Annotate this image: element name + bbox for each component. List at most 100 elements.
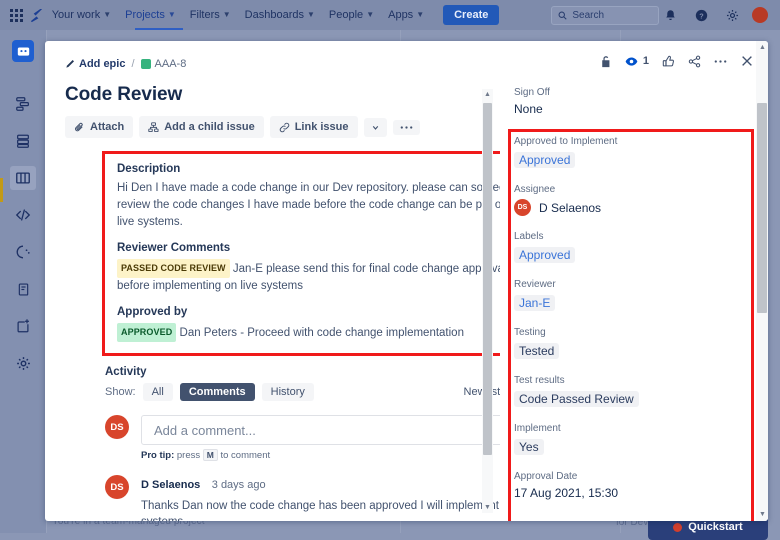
assignee-name: D Selaenos bbox=[539, 201, 601, 215]
nav-item-filters[interactable]: Filters ▼ bbox=[183, 0, 238, 30]
nav-item-projects[interactable]: Projects ▼ bbox=[118, 0, 183, 30]
roadmap-icon[interactable] bbox=[10, 92, 36, 116]
more-options-icon[interactable] bbox=[714, 59, 727, 64]
field-value[interactable]: None bbox=[514, 102, 742, 116]
jira-logo-icon[interactable] bbox=[28, 4, 44, 26]
field-value[interactable]: Approved bbox=[514, 151, 742, 169]
activity-filter-comments[interactable]: Comments bbox=[180, 383, 255, 401]
attach-button[interactable]: Attach bbox=[65, 116, 133, 138]
help-icon[interactable]: ? bbox=[690, 4, 712, 26]
search-input[interactable]: Search bbox=[551, 6, 659, 25]
grid-apps-icon[interactable] bbox=[8, 4, 24, 26]
field-test-results: Test results Code Passed Review bbox=[514, 375, 742, 408]
link-issue-button[interactable]: Link issue bbox=[270, 116, 358, 138]
watch-eye-icon[interactable] bbox=[625, 55, 638, 68]
link-icon bbox=[279, 122, 290, 133]
watcher-count: 1 bbox=[643, 55, 649, 67]
scrollbar-thumb[interactable] bbox=[757, 103, 767, 313]
activity-filter-history[interactable]: History bbox=[262, 383, 314, 401]
pro-tip-key: M bbox=[203, 449, 218, 461]
nav-item-your-work[interactable]: Your work ▼ bbox=[45, 0, 118, 30]
issue-action-toolbar: Attach Add a child issue Link issue bbox=[65, 116, 484, 138]
field-chip: Approved bbox=[514, 247, 575, 263]
project-avatar-icon[interactable] bbox=[12, 40, 34, 62]
left-panel-scrollbar[interactable]: ▲ ▼ bbox=[482, 89, 493, 513]
approved-by-body[interactable]: APPROVED Dan Peters - Proceed with code … bbox=[117, 323, 500, 342]
right-panel-scrollbar[interactable]: ▲ ▼ bbox=[756, 41, 768, 521]
add-child-issue-button[interactable]: Add a child issue bbox=[139, 116, 263, 138]
field-label: Assignee bbox=[514, 184, 742, 195]
nav-label: Your work bbox=[52, 0, 101, 30]
attach-label: Attach bbox=[90, 121, 124, 133]
reviewer-comments-body[interactable]: PASSED CODE REVIEW Jan-E please send thi… bbox=[117, 259, 500, 295]
settings-gear-icon[interactable] bbox=[721, 4, 743, 26]
field-value[interactable]: Approved bbox=[514, 246, 742, 264]
nav-active-underline bbox=[135, 28, 183, 30]
user-avatar[interactable] bbox=[752, 7, 768, 23]
field-chip: Jan-E bbox=[514, 295, 555, 311]
top-navigation-bar: Your work ▼ Projects ▼ Filters ▼ Dashboa… bbox=[0, 0, 780, 30]
project-settings-gear-icon[interactable] bbox=[10, 351, 36, 375]
quickstart-label: Quickstart bbox=[688, 521, 742, 533]
nav-right-icons: ? bbox=[659, 4, 772, 26]
field-value[interactable]: DS D Selaenos bbox=[514, 199, 742, 216]
reviewer-comments-heading: Reviewer Comments bbox=[117, 242, 500, 254]
board-icon[interactable] bbox=[10, 166, 36, 190]
pages-icon[interactable] bbox=[10, 277, 36, 301]
scroll-down-arrow-icon[interactable]: ▼ bbox=[484, 504, 491, 511]
nav-item-dashboards[interactable]: Dashboards ▼ bbox=[238, 0, 322, 30]
modal-header-icons: 1 bbox=[600, 54, 754, 68]
create-button[interactable]: Create bbox=[443, 5, 499, 25]
field-value[interactable]: 17 Aug 2021, 15:30 bbox=[514, 486, 742, 500]
field-value[interactable]: Yes bbox=[514, 438, 742, 456]
passed-code-review-badge: PASSED CODE REVIEW bbox=[117, 259, 230, 278]
nav-item-apps[interactable]: Apps ▼ bbox=[381, 0, 431, 30]
description-section-highlight: Description Hi Den I have made a code ch… bbox=[102, 151, 500, 356]
field-label: Approved to Implement bbox=[514, 136, 742, 147]
add-epic-link[interactable]: Add epic bbox=[65, 58, 125, 70]
field-value[interactable]: Code Passed Review bbox=[514, 390, 742, 408]
search-placeholder: Search bbox=[572, 10, 604, 21]
field-label: Test results bbox=[514, 375, 742, 386]
scrollbar-thumb[interactable] bbox=[483, 103, 492, 455]
description-body[interactable]: Hi Den I have made a code change in our … bbox=[117, 180, 500, 231]
actions-chevron-down-button[interactable] bbox=[364, 118, 387, 137]
rail-selection-indicator bbox=[0, 178, 3, 202]
notification-bell-icon[interactable] bbox=[659, 4, 681, 26]
thumbs-up-icon[interactable] bbox=[662, 55, 675, 68]
code-icon[interactable] bbox=[10, 203, 36, 227]
field-value[interactable]: Tested bbox=[514, 342, 742, 360]
field-label: Reviewer bbox=[514, 279, 742, 290]
breadcrumb: Add epic / AAA-8 bbox=[65, 57, 484, 71]
lock-icon[interactable] bbox=[600, 55, 612, 68]
project-sidebar-rail bbox=[0, 30, 46, 533]
releases-icon[interactable] bbox=[10, 240, 36, 264]
nav-label: Projects bbox=[125, 0, 165, 30]
scroll-up-arrow-icon[interactable]: ▲ bbox=[759, 44, 766, 51]
field-labels: Labels Approved bbox=[514, 231, 742, 264]
pro-tip-suffix: to comment bbox=[221, 450, 271, 461]
field-value[interactable]: Jan-E bbox=[514, 294, 742, 312]
search-icon bbox=[558, 11, 567, 20]
more-options-button[interactable] bbox=[393, 120, 420, 135]
field-chip: Code Passed Review bbox=[514, 391, 639, 407]
comment-author[interactable]: D Selaenos bbox=[141, 479, 200, 491]
add-item-icon[interactable] bbox=[10, 314, 36, 338]
comment-timestamp: 3 days ago bbox=[212, 479, 266, 491]
backlog-icon[interactable] bbox=[10, 129, 36, 153]
share-icon[interactable] bbox=[688, 55, 701, 68]
issue-key-label: AAA-8 bbox=[155, 58, 187, 70]
scroll-up-arrow-icon[interactable]: ▲ bbox=[484, 91, 491, 98]
issue-key-link[interactable]: AAA-8 bbox=[141, 58, 187, 70]
child-issue-icon bbox=[148, 122, 159, 133]
close-icon[interactable] bbox=[740, 54, 754, 68]
nav-item-people[interactable]: People ▼ bbox=[322, 0, 381, 30]
add-comment-input[interactable]: Add a comment... bbox=[141, 415, 500, 445]
scroll-down-arrow-icon[interactable]: ▼ bbox=[759, 511, 766, 518]
quickstart-dot-icon bbox=[673, 523, 682, 532]
issue-details-column: 1 Sign Off None Approved to Implement Ap… bbox=[500, 41, 768, 521]
chevron-down-icon: ▼ bbox=[168, 0, 176, 30]
activity-filter-all[interactable]: All bbox=[143, 383, 173, 401]
page-title: Code Review bbox=[65, 84, 484, 106]
field-approval-date: Approval Date 17 Aug 2021, 15:30 bbox=[514, 471, 742, 500]
